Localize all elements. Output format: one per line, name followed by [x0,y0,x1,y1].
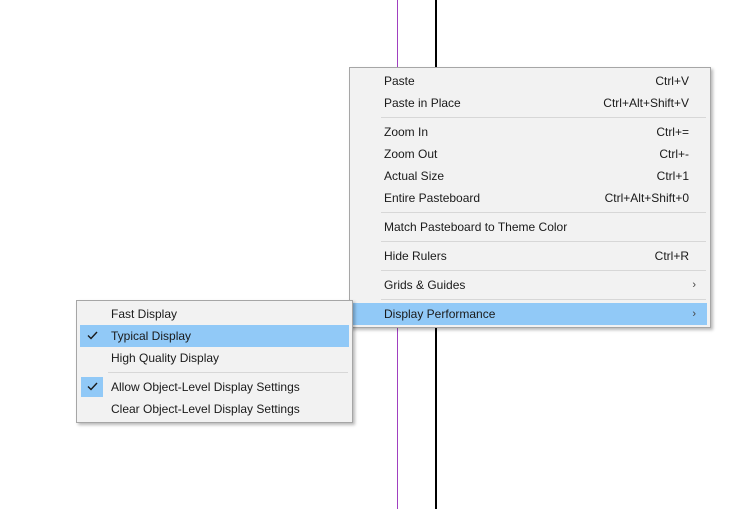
display-performance-submenu: Fast Display Typical Display High Qualit… [76,300,353,423]
menu-item-label: Paste [384,74,415,88]
menu-item-label: Actual Size [384,169,445,183]
menu-item-label: Allow Object-Level Display Settings [111,380,300,394]
submenu-item-allow-object-level[interactable]: Allow Object-Level Display Settings [80,376,349,398]
menu-item-shortcut: Ctrl+- [659,147,689,161]
checkmark-icon [81,326,103,346]
menu-item-shortcut: Ctrl+R [654,249,689,263]
menu-item-hide-rulers[interactable]: Hide Rulers Ctrl+R [353,245,707,267]
menu-separator [381,299,706,300]
menu-item-label: Typical Display [111,329,192,343]
menu-item-label: Paste in Place [384,96,461,110]
menu-item-shortcut: Ctrl+Alt+Shift+0 [604,191,689,205]
menu-separator [381,241,706,242]
menu-item-display-performance[interactable]: Display Performance › [353,303,707,325]
menu-item-label: Entire Pasteboard [384,191,481,205]
menu-item-entire-pasteboard[interactable]: Entire Pasteboard Ctrl+Alt+Shift+0 [353,187,707,209]
menu-item-label: Clear Object-Level Display Settings [111,402,300,416]
menu-item-label: High Quality Display [111,351,220,365]
menu-item-match-pasteboard-theme[interactable]: Match Pasteboard to Theme Color [353,216,707,238]
checkmark-icon [81,377,103,397]
menu-item-grids-guides[interactable]: Grids & Guides › [353,274,707,296]
menu-item-label: Zoom Out [384,147,438,161]
menu-item-zoom-in[interactable]: Zoom In Ctrl+= [353,121,707,143]
menu-separator [108,372,348,373]
submenu-item-high-quality-display[interactable]: High Quality Display [80,347,349,369]
menu-separator [381,270,706,271]
menu-item-label: Grids & Guides [384,278,466,292]
context-menu: Paste Ctrl+V Paste in Place Ctrl+Alt+Shi… [349,67,711,328]
menu-item-label: Match Pasteboard to Theme Color [384,220,568,234]
menu-item-shortcut: Ctrl+1 [656,169,689,183]
menu-separator [381,117,706,118]
menu-item-paste[interactable]: Paste Ctrl+V [353,70,707,92]
menu-item-shortcut: Ctrl+= [656,125,689,139]
menu-item-shortcut: Ctrl+V [655,74,689,88]
menu-item-paste-in-place[interactable]: Paste in Place Ctrl+Alt+Shift+V [353,92,707,114]
menu-separator [381,212,706,213]
chevron-right-icon: › [692,308,696,320]
menu-item-label: Hide Rulers [384,249,447,263]
submenu-item-typical-display[interactable]: Typical Display [80,325,349,347]
submenu-item-clear-object-level[interactable]: Clear Object-Level Display Settings [80,398,349,420]
menu-item-actual-size[interactable]: Actual Size Ctrl+1 [353,165,707,187]
chevron-right-icon: › [692,279,696,291]
submenu-item-fast-display[interactable]: Fast Display [80,303,349,325]
menu-item-zoom-out[interactable]: Zoom Out Ctrl+- [353,143,707,165]
menu-item-label: Fast Display [111,307,178,321]
menu-item-label: Display Performance [384,307,496,321]
menu-item-shortcut: Ctrl+Alt+Shift+V [603,96,689,110]
menu-item-label: Zoom In [384,125,429,139]
